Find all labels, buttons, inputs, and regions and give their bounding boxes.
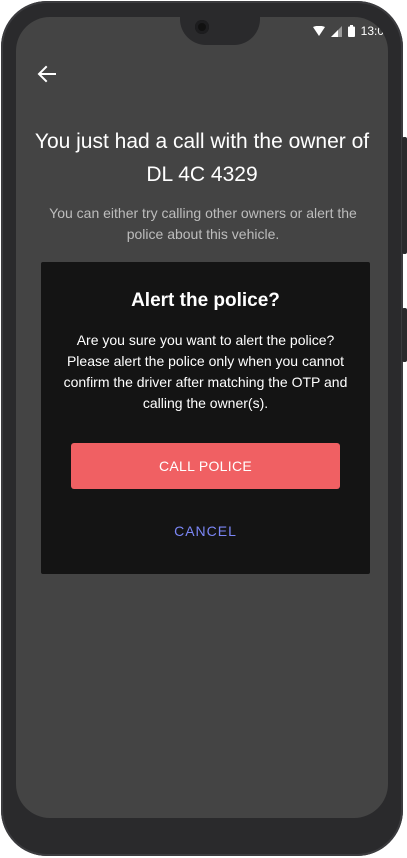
status-time: 13:0	[360, 24, 384, 38]
cancel-button[interactable]: CANCEL	[145, 514, 266, 548]
page-subtitle: You can either try calling other owners …	[49, 205, 357, 242]
call-police-button[interactable]: CALL POLICE	[71, 443, 340, 489]
status-icons: 13:0	[312, 23, 384, 39]
page-title: You just had a call with the owner of DL…	[16, 125, 388, 191]
page-title-line1: You just had a call with the owner of	[34, 130, 370, 153]
dialog-title: Alert the police?	[131, 290, 280, 311]
dialog-message: Are you sure you want to alert the polic…	[63, 332, 348, 411]
status-bar: 13:0	[16, 17, 388, 45]
page-title-line2: DL 4C 4329	[146, 163, 258, 186]
arrow-left-icon	[37, 65, 56, 83]
notch	[180, 17, 260, 45]
power-button	[402, 308, 407, 362]
volume-button	[402, 137, 407, 254]
back-button[interactable]	[35, 62, 59, 86]
alert-police-dialog: Alert the police? Are you sure you want …	[41, 262, 370, 574]
screen: 13:0 You just had a call with the owner …	[16, 17, 388, 818]
battery-icon	[347, 25, 355, 37]
cellular-signal-icon	[330, 25, 342, 37]
front-camera	[195, 20, 209, 34]
wifi-icon	[312, 25, 325, 37]
